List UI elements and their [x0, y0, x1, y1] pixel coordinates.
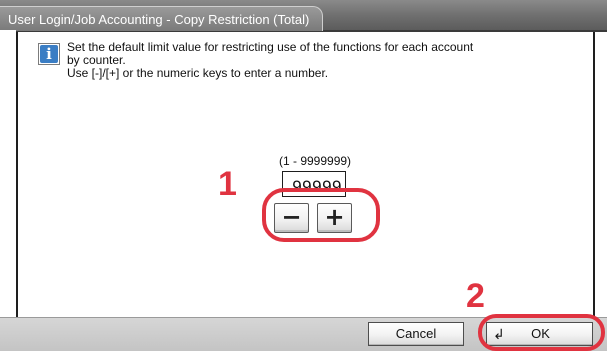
message-line-3: Use [-]/[+] or the numeric keys to enter…	[67, 66, 329, 80]
stepper-highlight-circle	[262, 188, 380, 242]
callout-number-2: 2	[466, 277, 485, 315]
range-label: (1 - 9999999)	[279, 154, 352, 168]
info-icon: i	[38, 43, 60, 65]
callout-number-1: 1	[218, 165, 237, 203]
left-margin	[0, 30, 16, 318]
window-title: User Login/Job Accounting - Copy Restric…	[8, 12, 310, 27]
dialog-frame: User Login/Job Accounting - Copy Restric…	[0, 0, 607, 351]
ok-highlight-circle	[478, 314, 605, 351]
message-line-1: Set the default limit value for restrict…	[67, 40, 474, 54]
info-glyph: i	[40, 45, 58, 63]
cancel-button[interactable]: Cancel	[368, 322, 464, 346]
title-bar: User Login/Job Accounting - Copy Restric…	[0, 0, 607, 32]
instruction-message: Set the default limit value for restrict…	[67, 41, 507, 80]
